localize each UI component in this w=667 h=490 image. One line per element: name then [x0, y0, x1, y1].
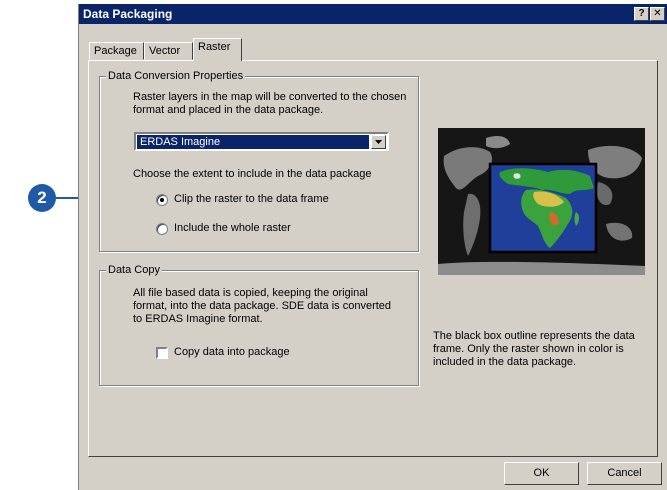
conversion-properties-group: Data Conversion Properties Raster layers…	[99, 70, 419, 252]
chevron-down-icon[interactable]	[371, 135, 386, 149]
tab-package[interactable]: Package	[89, 42, 144, 60]
ok-button[interactable]: OK	[504, 462, 579, 485]
copy-data-checkbox[interactable]	[156, 347, 168, 359]
close-button[interactable]: ✕	[650, 7, 665, 21]
raster-format-value: ERDAS Imagine	[137, 135, 369, 149]
title-bar: Data Packaging ? ✕	[79, 4, 667, 24]
help-button[interactable]: ?	[634, 7, 649, 21]
step-number-callout: 2	[28, 184, 56, 212]
whole-raster-label[interactable]: Include the whole raster	[174, 222, 291, 235]
data-copy-group: Data Copy All file based data is copied,…	[99, 264, 419, 386]
cancel-button[interactable]: Cancel	[587, 462, 662, 485]
preview-caption: The black box outline represents the dat…	[433, 330, 635, 368]
radio-selected-dot	[160, 198, 164, 202]
tab-vector[interactable]: Vector	[144, 42, 193, 60]
copy-group-legend: Data Copy	[106, 264, 162, 276]
copy-data-label[interactable]: Copy data into package	[174, 346, 290, 359]
copy-description: All file based data is copied, keeping t…	[133, 287, 392, 325]
raster-preview-image	[438, 128, 645, 275]
conversion-description: Raster layers in the map will be convert…	[133, 91, 407, 116]
clip-raster-radio[interactable]	[156, 194, 168, 206]
whole-raster-radio[interactable]	[156, 223, 168, 235]
tab-raster[interactable]: Raster	[193, 38, 242, 61]
clip-raster-label[interactable]: Clip the raster to the data frame	[174, 193, 329, 206]
conversion-group-legend: Data Conversion Properties	[106, 70, 246, 82]
raster-format-dropdown[interactable]: ERDAS Imagine	[134, 132, 389, 151]
extent-prompt: Choose the extent to include in the data…	[133, 168, 372, 180]
dialog-title: Data Packaging	[83, 7, 173, 21]
